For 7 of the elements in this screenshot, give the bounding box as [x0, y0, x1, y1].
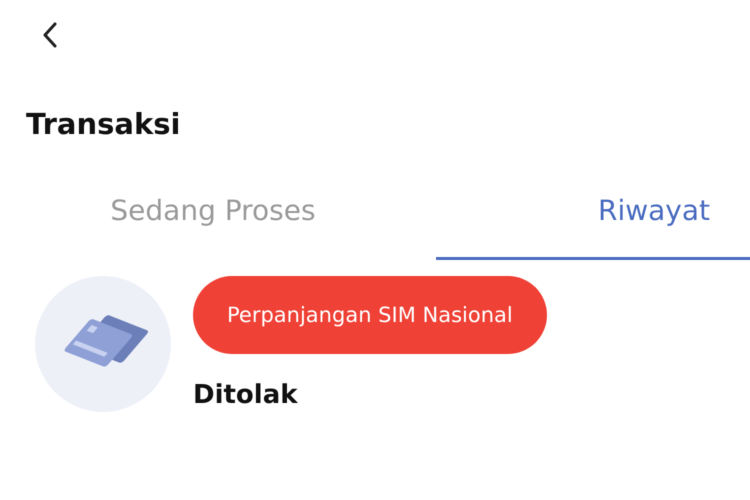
- tab[interactable]: Sedang Proses: [0, 194, 436, 260]
- page-title: Transaksi: [25, 106, 182, 143]
- card-icon: [35, 276, 171, 412]
- service-badge: Perpanjangan SIM Nasional: [193, 276, 547, 354]
- back-icon[interactable]: [42, 22, 58, 48]
- tab[interactable]: Riwayat: [436, 194, 750, 260]
- status-text: Ditolak: [193, 380, 298, 410]
